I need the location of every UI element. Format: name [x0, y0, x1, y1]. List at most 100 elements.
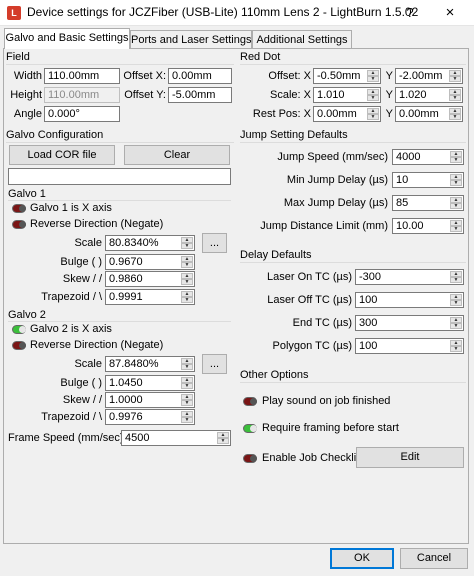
- spin-arrows[interactable]: ▲ ▼: [181, 411, 193, 423]
- spin-arrows[interactable]: ▲ ▼: [449, 108, 461, 120]
- width-field[interactable]: 110.00mm: [44, 68, 120, 84]
- offset-y-label: Offset Y:: [124, 89, 166, 101]
- galvo2-scale-label: Scale: [74, 358, 102, 370]
- galvo2-scale-field[interactable]: 87.8480% ▲ ▼: [105, 356, 195, 372]
- help-button[interactable]: ?: [396, 3, 424, 23]
- spin-arrows[interactable]: ▲ ▼: [450, 340, 462, 352]
- spin-arrows[interactable]: ▲ ▼: [217, 432, 229, 444]
- red-dot-rest-y-label: Y: [385, 108, 393, 120]
- spin-arrows[interactable]: ▲ ▼: [367, 108, 379, 120]
- galvo2-x-axis-toggle[interactable]: [12, 325, 26, 334]
- lightburn-app-icon: L: [7, 6, 21, 20]
- height-field: 110.00mm: [44, 87, 120, 103]
- laser-on-tc-field[interactable]: -300 ▲ ▼: [355, 269, 464, 285]
- min-jump-delay-field[interactable]: 10 ▲ ▼: [392, 172, 464, 188]
- cancel-button[interactable]: Cancel: [400, 548, 468, 569]
- spin-arrows[interactable]: ▲ ▼: [450, 317, 462, 329]
- min-jump-delay-label: Min Jump Delay (µs): [286, 174, 388, 186]
- spin-arrows[interactable]: ▲ ▼: [449, 70, 461, 82]
- cor-file-path-field[interactable]: [8, 168, 231, 185]
- spin-arrows[interactable]: ▲ ▼: [450, 197, 462, 209]
- load-cor-button[interactable]: Load COR file: [9, 145, 115, 165]
- red-dot-offset-x-field[interactable]: -0.50mm ▲ ▼: [313, 68, 381, 84]
- tab-galvo-basic[interactable]: Galvo and Basic Settings: [4, 28, 130, 49]
- galvo1-title: Galvo 1: [8, 188, 46, 200]
- galvo1-bulge-field[interactable]: 0.9670 ▲ ▼: [105, 254, 195, 270]
- window-title: Device settings for JCZFiber (USB-Lite) …: [27, 5, 419, 19]
- spin-arrows[interactable]: ▲ ▼: [367, 89, 379, 101]
- galvo1-skew-field[interactable]: 0.9860 ▲ ▼: [105, 271, 195, 287]
- angle-field[interactable]: 0.000°: [44, 106, 120, 122]
- play-sound-toggle[interactable]: [243, 397, 257, 406]
- galvo1-scale-field[interactable]: 80.8340% ▲ ▼: [105, 235, 195, 251]
- spin-arrows[interactable]: ▲ ▼: [181, 237, 193, 249]
- jump-speed-field[interactable]: 4000 ▲ ▼: [392, 149, 464, 165]
- spin-arrows[interactable]: ▲ ▼: [181, 273, 193, 285]
- offset-y-field[interactable]: -5.00mm: [168, 87, 232, 103]
- play-sound-label: Play sound on job finished: [262, 395, 391, 407]
- jump-group-title: Jump Setting Defaults: [240, 129, 348, 141]
- galvo2-reverse-toggle[interactable]: [12, 341, 26, 350]
- red-dot-rest-y-field[interactable]: 0.00mm ▲ ▼: [395, 106, 463, 122]
- galvo1-reverse-toggle[interactable]: [12, 220, 26, 229]
- spin-arrows[interactable]: ▲ ▼: [181, 291, 193, 303]
- laser-off-tc-label: Laser Off TC (µs): [267, 294, 352, 306]
- spin-arrows[interactable]: ▲ ▼: [181, 377, 193, 389]
- spin-arrows[interactable]: ▲ ▼: [450, 271, 462, 283]
- galvo2-x-axis-label: Galvo 2 is X axis: [30, 323, 112, 335]
- laser-off-tc-field[interactable]: 100 ▲ ▼: [355, 292, 464, 308]
- galvo2-skew-field[interactable]: 1.0000 ▲ ▼: [105, 392, 195, 408]
- galvo2-skew-label: Skew / /: [62, 394, 102, 406]
- red-dot-rest-x-field[interactable]: 0.00mm ▲ ▼: [313, 106, 381, 122]
- galvo1-skew-label: Skew / /: [62, 273, 102, 285]
- divider: [240, 262, 466, 263]
- red-dot-scale-x-field[interactable]: 1.010 ▲ ▼: [313, 87, 381, 103]
- jump-distance-limit-field[interactable]: 10.00 ▲ ▼: [392, 218, 464, 234]
- close-button[interactable]: ×: [436, 3, 464, 23]
- spin-arrows[interactable]: ▲ ▼: [450, 294, 462, 306]
- spin-arrows[interactable]: ▲ ▼: [450, 220, 462, 232]
- divider: [240, 142, 466, 143]
- red-dot-offset-label: Offset: X: [268, 70, 311, 82]
- galvo1-trapezoid-field[interactable]: 0.9991 ▲ ▼: [105, 289, 195, 305]
- delay-group-title: Delay Defaults: [240, 249, 312, 261]
- clear-button[interactable]: Clear: [124, 145, 230, 165]
- spin-arrows[interactable]: ▲ ▼: [181, 358, 193, 370]
- red-dot-scale-label: Scale: X: [270, 89, 311, 101]
- title-bar: L Device settings for JCZFiber (USB-Lite…: [0, 0, 474, 26]
- spin-arrows[interactable]: ▲ ▼: [181, 256, 193, 268]
- spin-arrows[interactable]: ▲ ▼: [450, 151, 462, 163]
- galvo2-more-button[interactable]: ...: [202, 354, 227, 374]
- job-checklist-toggle[interactable]: [243, 454, 257, 463]
- spin-arrows[interactable]: ▲ ▼: [181, 394, 193, 406]
- red-dot-offset-y-label: Y: [385, 70, 393, 82]
- offset-x-field[interactable]: 0.00mm: [168, 68, 232, 84]
- ok-button[interactable]: OK: [330, 548, 394, 569]
- end-tc-label: End TC (µs): [292, 317, 352, 329]
- galvo1-x-axis-toggle[interactable]: [12, 204, 26, 213]
- galvo2-trapezoid-field[interactable]: 0.9976 ▲ ▼: [105, 409, 195, 425]
- tab-ports-laser[interactable]: Ports and Laser Settings: [130, 30, 252, 49]
- require-framing-label: Require framing before start: [262, 422, 399, 434]
- max-jump-delay-field[interactable]: 85 ▲ ▼: [392, 195, 464, 211]
- frame-speed-field[interactable]: 4500 ▲ ▼: [121, 430, 231, 446]
- galvo1-x-axis-label: Galvo 1 is X axis: [30, 202, 112, 214]
- spin-arrows[interactable]: ▲ ▼: [449, 89, 461, 101]
- job-checklist-label: Enable Job Checklist: [262, 452, 365, 464]
- red-dot-offset-y-field[interactable]: -2.00mm ▲ ▼: [395, 68, 463, 84]
- galvo1-trapezoid-label: Trapezoid / \: [41, 291, 102, 303]
- galvo1-more-button[interactable]: ...: [202, 233, 227, 253]
- polygon-tc-field[interactable]: 100 ▲ ▼: [355, 338, 464, 354]
- spin-arrows[interactable]: ▲ ▼: [367, 70, 379, 82]
- field-group-title: Field: [6, 51, 30, 63]
- red-dot-group-title: Red Dot: [240, 51, 281, 63]
- spin-arrows[interactable]: ▲ ▼: [450, 174, 462, 186]
- tab-additional[interactable]: Additional Settings: [252, 30, 352, 49]
- require-framing-toggle[interactable]: [243, 424, 257, 433]
- red-dot-scale-y-field[interactable]: 1.020 ▲ ▼: [395, 87, 463, 103]
- edit-checklist-button[interactable]: Edit: [356, 447, 464, 468]
- max-jump-delay-label: Max Jump Delay (µs): [283, 197, 388, 209]
- galvo2-bulge-field[interactable]: 1.0450 ▲ ▼: [105, 375, 195, 391]
- laser-on-tc-label: Laser On TC (µs): [267, 271, 352, 283]
- end-tc-field[interactable]: 300 ▲ ▼: [355, 315, 464, 331]
